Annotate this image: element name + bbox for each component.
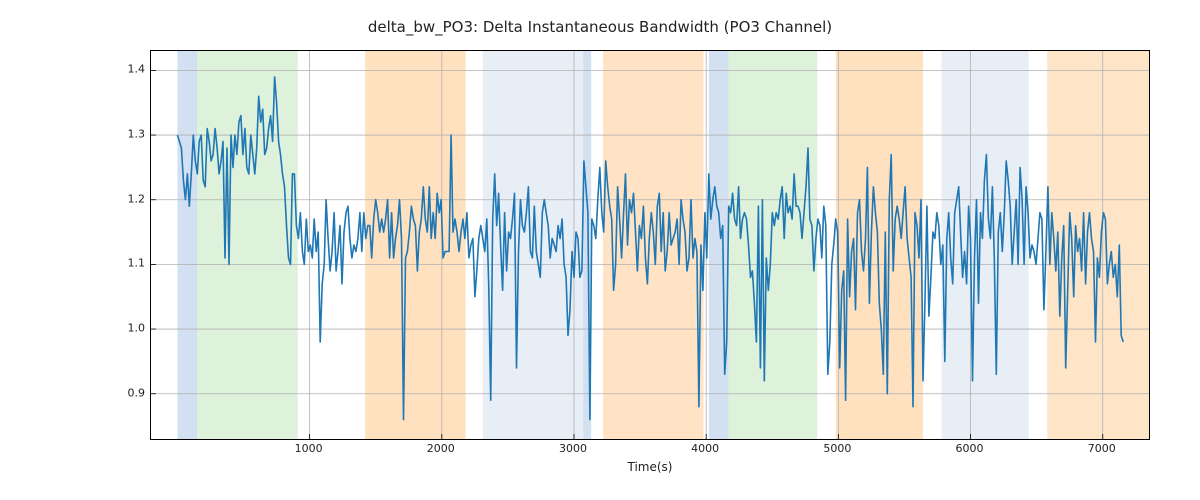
shaded-region [197, 51, 297, 439]
xtick-label: 7000 [1088, 442, 1116, 455]
xtick-label: 4000 [691, 442, 719, 455]
shaded-region [729, 51, 818, 439]
figure: delta_bw_PO3: Delta Instantaneous Bandwi… [0, 0, 1200, 500]
ytick-label: 1.1 [110, 257, 145, 270]
ytick-label: 0.9 [110, 386, 145, 399]
plot-area [150, 50, 1150, 440]
xtick-label: 3000 [559, 442, 587, 455]
xtick-label: 6000 [956, 442, 984, 455]
plot-svg [151, 51, 1149, 439]
xtick-label: 1000 [295, 442, 323, 455]
chart-title: delta_bw_PO3: Delta Instantaneous Bandwi… [0, 18, 1200, 36]
x-axis-label: Time(s) [150, 460, 1150, 474]
xtick-label: 2000 [427, 442, 455, 455]
ytick-label: 1.4 [110, 63, 145, 76]
shaded-region [177, 51, 197, 439]
shaded-region [709, 51, 729, 439]
xtick-label: 5000 [823, 442, 851, 455]
ytick-label: 1.0 [110, 322, 145, 335]
ytick-label: 1.3 [110, 128, 145, 141]
shaded-region [365, 51, 465, 439]
y-axis-label: Hz [95, 0, 115, 50]
ytick-label: 1.2 [110, 192, 145, 205]
